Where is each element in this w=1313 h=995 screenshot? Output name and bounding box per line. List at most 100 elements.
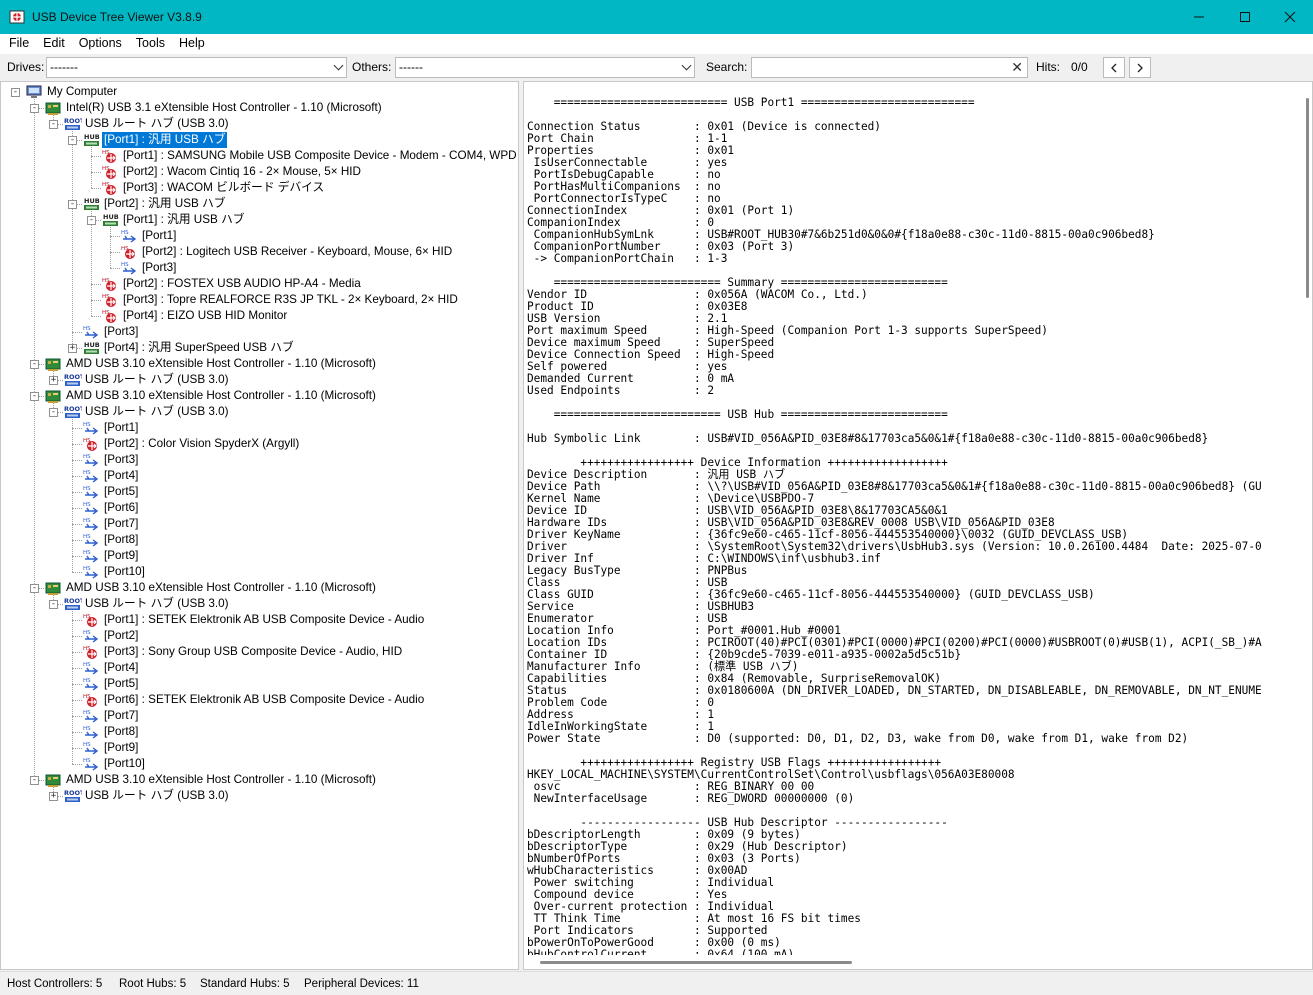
search-input[interactable]: ✕ xyxy=(751,57,1028,78)
tree-node[interactable]: HS [Port3] xyxy=(1,324,518,340)
tree-node-label[interactable]: [Port4] : EIZO USB HID Monitor xyxy=(121,308,289,324)
collapse-icon[interactable]: - xyxy=(30,392,39,401)
tree-node-label[interactable]: USB ルート ハブ (USB 3.0) xyxy=(83,788,231,804)
collapse-icon[interactable]: - xyxy=(30,360,39,369)
tree-node-label[interactable]: [Port3] : Sony Group USB Composite Devic… xyxy=(102,644,404,660)
collapse-icon[interactable]: - xyxy=(87,216,96,225)
tree-node[interactable]: HS [Port7] xyxy=(1,708,518,724)
minimize-button[interactable] xyxy=(1176,0,1222,34)
collapse-icon[interactable]: - xyxy=(11,88,20,97)
expand-icon[interactable]: + xyxy=(49,376,58,385)
menu-edit[interactable]: Edit xyxy=(36,34,72,54)
tree-node[interactable]: - Intel(R) USB 3.1 eXtensible Host Contro… xyxy=(1,100,518,116)
tree-node[interactable]: HS [Port8] xyxy=(1,532,518,548)
collapse-icon[interactable]: - xyxy=(49,120,58,129)
tree-node[interactable]: HS [Port7] xyxy=(1,516,518,532)
tree-node-label[interactable]: [Port4] : 汎用 SuperSpeed USB ハブ xyxy=(102,340,296,356)
tree-node[interactable]: - AMD USB 3.10 eXtensible Host Controller… xyxy=(1,580,518,596)
tree-node-label[interactable]: [Port3] : Topre REALFORCE R3S JP TKL - 2… xyxy=(121,292,460,308)
tree-node[interactable]: HS [Port3] : Topre REALFORCE R3S JP TKL -… xyxy=(1,292,518,308)
tree-node-label[interactable]: My Computer xyxy=(45,84,119,100)
device-info-panel[interactable]: ========================== USB Port1 ===… xyxy=(523,81,1313,970)
drives-dropdown[interactable]: ------- xyxy=(46,57,347,78)
tree-node-label[interactable]: [Port3] xyxy=(102,452,140,468)
collapse-icon[interactable]: - xyxy=(49,600,58,609)
tree-node-label[interactable]: [Port1] : 汎用 USB ハブ xyxy=(102,132,228,148)
tree-node[interactable]: HS [Port10] xyxy=(1,564,518,580)
tree-node[interactable]: + HUB [Port4] : 汎用 SuperSpeed USB ハブ xyxy=(1,340,518,356)
clear-icon[interactable]: ✕ xyxy=(1011,60,1023,75)
tree-node[interactable]: - AMD USB 3.10 eXtensible Host Controller… xyxy=(1,772,518,788)
collapse-icon[interactable]: - xyxy=(49,408,58,417)
collapse-icon[interactable]: - xyxy=(68,136,77,145)
tree-node[interactable]: HS [Port2] : Logitech USB Receiver - Keyb… xyxy=(1,244,518,260)
tree-node-label[interactable]: [Port3] xyxy=(140,260,178,276)
tree-node[interactable]: -ROOTUSB ルート ハブ (USB 3.0) xyxy=(1,404,518,420)
next-hit-button[interactable] xyxy=(1129,57,1151,78)
close-button[interactable] xyxy=(1267,0,1313,34)
tree-node[interactable]: HS [Port6] xyxy=(1,500,518,516)
menu-help[interactable]: Help xyxy=(172,34,212,54)
tree-node-label[interactable]: [Port6] : SETEK Elektronik AB USB Compos… xyxy=(102,692,426,708)
tree-node-label[interactable]: [Port8] xyxy=(102,724,140,740)
tree-node-label[interactable]: [Port9] xyxy=(102,548,140,564)
tree-node[interactable]: - AMD USB 3.10 eXtensible Host Controller… xyxy=(1,388,518,404)
tree-node-label[interactable]: [Port2] xyxy=(102,628,140,644)
tree-node-label[interactable]: [Port10] xyxy=(102,564,147,580)
vertical-scrollbar[interactable] xyxy=(1299,82,1312,956)
expand-icon[interactable]: + xyxy=(49,792,58,801)
tree-node[interactable]: -ROOTUSB ルート ハブ (USB 3.0) xyxy=(1,596,518,612)
tree-node-label[interactable]: [Port1] : SETEK Elektronik AB USB Compos… xyxy=(102,612,426,628)
collapse-icon[interactable]: - xyxy=(30,584,39,593)
tree-node[interactable]: - HUB [Port2] : 汎用 USB ハブ xyxy=(1,196,518,212)
tree-node-label[interactable]: AMD USB 3.10 eXtensible Host Controller … xyxy=(64,580,378,596)
previous-hit-button[interactable] xyxy=(1103,57,1125,78)
tree-node[interactable]: - My Computer xyxy=(1,84,518,100)
maximize-button[interactable] xyxy=(1222,0,1268,34)
tree-node-label[interactable]: [Port7] xyxy=(102,708,140,724)
tree-node[interactable]: HS [Port4] xyxy=(1,660,518,676)
tree-node[interactable]: HS [Port3] : WACOM ビルボード デバイス xyxy=(1,180,518,196)
tree-node[interactable]: HS [Port3] : Sony Group USB Composite Dev… xyxy=(1,644,518,660)
tree-node-label[interactable]: [Port3] xyxy=(102,324,140,340)
menu-file[interactable]: File xyxy=(2,34,36,54)
tree-node-label[interactable]: [Port2] : 汎用 USB ハブ xyxy=(102,196,227,212)
tree-node[interactable]: - AMD USB 3.10 eXtensible Host Controller… xyxy=(1,356,518,372)
tree-node[interactable]: HS [Port2] : Color Vision SpyderX (Argyll… xyxy=(1,436,518,452)
tree-node[interactable]: HS [Port1] : SETEK Elektronik AB USB Comp… xyxy=(1,612,518,628)
horizontal-scrollbar[interactable] xyxy=(524,955,1301,969)
tree-node[interactable]: HS [Port9] xyxy=(1,740,518,756)
tree-node-label[interactable]: [Port2] : Color Vision SpyderX (Argyll) xyxy=(102,436,301,452)
tree-node-label[interactable]: [Port1] xyxy=(140,228,178,244)
tree-node[interactable]: HS [Port3] xyxy=(1,452,518,468)
tree-node-label[interactable]: [Port4] xyxy=(102,660,140,676)
tree-node-label[interactable]: USB ルート ハブ (USB 3.0) xyxy=(83,404,231,420)
tree-node[interactable]: -ROOTUSB ルート ハブ (USB 3.0) xyxy=(1,116,518,132)
tree-node-label[interactable]: [Port8] xyxy=(102,532,140,548)
collapse-icon[interactable]: - xyxy=(30,776,39,785)
tree-node[interactable]: HS [Port3] xyxy=(1,260,518,276)
tree-node[interactable]: + ROOTUSB ルート ハブ (USB 3.0) xyxy=(1,788,518,804)
tree-node-label[interactable]: [Port4] xyxy=(102,468,140,484)
tree-node[interactable]: HS [Port1] xyxy=(1,228,518,244)
tree-node[interactable]: HS [Port2] : Wacom Cintiq 16 - 2× Mouse, … xyxy=(1,164,518,180)
tree-node-label[interactable]: USB ルート ハブ (USB 3.0) xyxy=(83,596,231,612)
menu-options[interactable]: Options xyxy=(72,34,129,54)
tree-node-label[interactable]: USB ルート ハブ (USB 3.0) xyxy=(83,372,231,388)
tree-node[interactable]: HS [Port5] xyxy=(1,676,518,692)
tree-node[interactable]: HS [Port10] xyxy=(1,756,518,772)
collapse-icon[interactable]: - xyxy=(68,200,77,209)
tree-node[interactable]: - HUB [Port1] : 汎用 USB ハブ xyxy=(1,132,518,148)
others-dropdown[interactable]: ------ xyxy=(395,57,695,78)
tree-node-label[interactable]: [Port2] : Logitech USB Receiver - Keyboa… xyxy=(140,244,454,260)
tree-node[interactable]: HS [Port4] : EIZO USB HID Monitor xyxy=(1,308,518,324)
tree-node-label[interactable]: [Port1] : SAMSUNG Mobile USB Composite D… xyxy=(121,148,518,164)
tree-node-label[interactable]: [Port10] xyxy=(102,756,147,772)
collapse-icon[interactable]: - xyxy=(30,104,39,113)
tree-node[interactable]: HS [Port2] : FOSTEX USB AUDIO HP-A4 - Med… xyxy=(1,276,518,292)
tree-node[interactable]: HS [Port4] xyxy=(1,468,518,484)
tree-node-label[interactable]: Intel(R) USB 3.1 eXtensible Host Control… xyxy=(64,100,384,116)
tree-node-label[interactable]: AMD USB 3.10 eXtensible Host Controller … xyxy=(64,356,378,372)
tree-node[interactable]: HS [Port5] xyxy=(1,484,518,500)
tree-node-label[interactable]: [Port2] : Wacom Cintiq 16 - 2× Mouse, 5×… xyxy=(121,164,363,180)
